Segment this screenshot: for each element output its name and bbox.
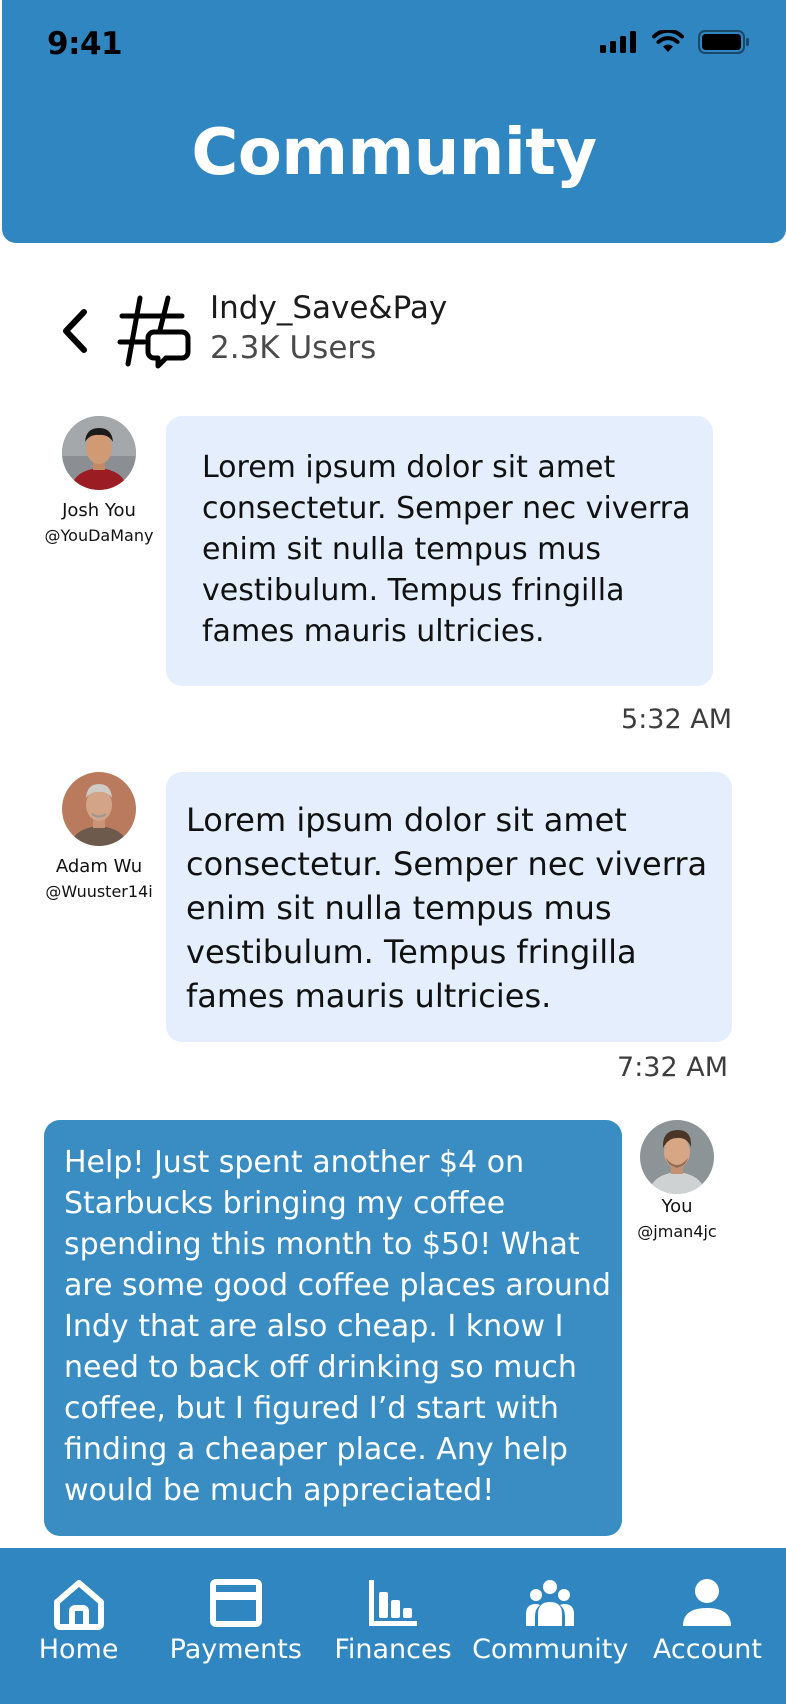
tab-label: Community	[472, 1634, 629, 1665]
tab-label: Account	[652, 1634, 762, 1665]
author-handle: @YouDaMany	[44, 526, 154, 545]
chevron-left-icon	[63, 309, 87, 353]
tab-community[interactable]: Community	[472, 1548, 629, 1704]
message-timestamp: 7:32 AM	[617, 1052, 728, 1083]
message-text: Lorem ipsum dolor sit amet consectetur. …	[202, 450, 691, 649]
avatar-josh-you[interactable]	[62, 416, 136, 490]
back-button[interactable]	[56, 306, 96, 356]
avatar-adam-wu[interactable]	[62, 772, 136, 846]
avatar-you[interactable]	[640, 1120, 714, 1194]
bar-chart-icon	[369, 1580, 417, 1626]
header: 9:41 Community	[2, 0, 786, 243]
tab-finances[interactable]: Finances	[314, 1548, 471, 1704]
home-icon	[53, 1580, 104, 1630]
page-title: Community	[191, 116, 597, 190]
message-text: Lorem ipsum dolor sit amet consectetur. …	[186, 801, 708, 1015]
hashtag-chat-icon	[117, 295, 191, 369]
bottom-tab-bar: Home Payments Finances Community Account	[0, 1548, 786, 1704]
author-name: You	[661, 1196, 693, 1217]
author-handle: @Wuuster14i	[45, 882, 153, 901]
author-handle: @jman4jc	[637, 1222, 717, 1241]
battery-icon	[698, 30, 749, 54]
status-icons	[600, 30, 750, 54]
author-name: Adam Wu	[55, 856, 143, 877]
tab-payments[interactable]: Payments	[157, 1548, 314, 1704]
author-name: Josh You	[62, 500, 136, 521]
status-time: 9:41	[47, 26, 123, 62]
message-bubble-own: Help! Just spent another $4 on Starbucks…	[44, 1120, 622, 1536]
message-timestamp: 5:32 AM	[621, 704, 732, 735]
tab-label: Finances	[334, 1634, 452, 1665]
tab-label: Payments	[169, 1634, 302, 1665]
card-icon	[209, 1579, 262, 1627]
tab-account[interactable]: Account	[629, 1548, 786, 1704]
signal-icon	[600, 31, 636, 53]
group-header: Indy_Save&Pay 2.3K Users	[0, 280, 786, 370]
message-text: Help! Just spent another $4 on Starbucks…	[64, 1145, 611, 1508]
message-bubble: Lorem ipsum dolor sit amet consectetur. …	[166, 772, 732, 1042]
message-bubble: Lorem ipsum dolor sit amet consectetur. …	[166, 416, 713, 686]
community-icon	[526, 1580, 575, 1626]
tab-label: Home	[38, 1634, 119, 1665]
account-icon	[683, 1579, 732, 1626]
group-name: Indy_Save&Pay	[210, 290, 448, 326]
group-user-count: 2.3K Users	[210, 330, 377, 366]
tab-home[interactable]: Home	[0, 1548, 157, 1704]
wifi-icon	[652, 30, 684, 52]
